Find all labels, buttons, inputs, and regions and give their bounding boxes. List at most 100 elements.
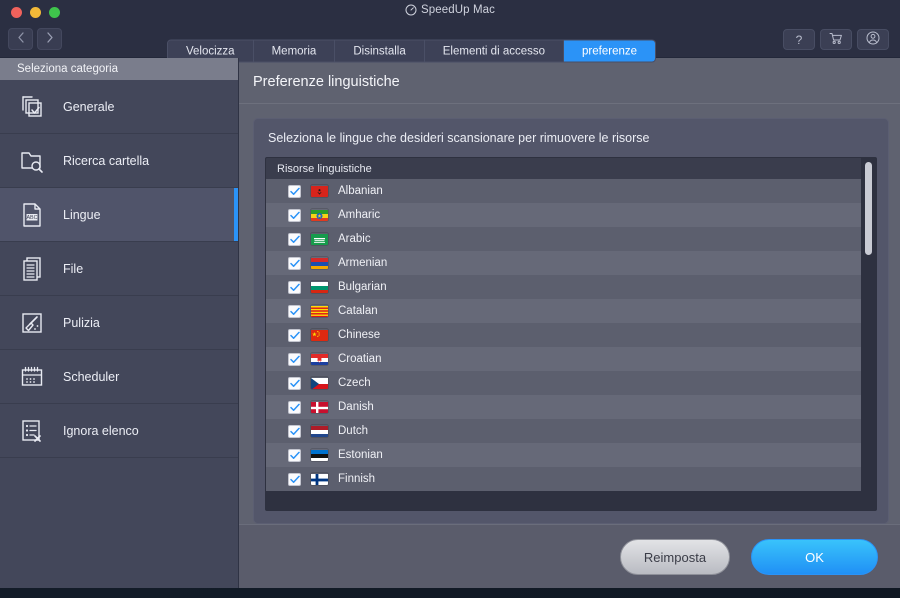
language-list-header: Risorse linguistiche	[266, 158, 861, 179]
sidebar-item-label: Ricerca cartella	[63, 153, 150, 168]
language-row[interactable]: Czech	[266, 371, 861, 395]
flag-icon-croatia	[311, 353, 328, 365]
language-name: Armenian	[338, 257, 388, 269]
language-checkbox[interactable]	[288, 400, 301, 414]
sidebar-item-label: Lingue	[63, 207, 101, 222]
language-checkbox[interactable]	[288, 448, 301, 462]
language-checkbox[interactable]	[288, 376, 301, 390]
language-row[interactable]: Bulgarian	[266, 275, 861, 299]
language-name: Bulgarian	[338, 281, 387, 293]
language-row[interactable]: Dutch	[266, 419, 861, 443]
tab-disinstalla[interactable]: Disinstalla	[335, 40, 425, 62]
app-window: SpeedUp Mac Velocizza Memoria Disinstalla E…	[0, 0, 900, 588]
language-name: Amharic	[338, 209, 381, 221]
sidebar-item-pulizia[interactable]: Pulizia	[0, 296, 238, 350]
cart-button[interactable]	[820, 29, 852, 50]
ok-button[interactable]: OK	[751, 539, 878, 575]
sidebar-item-label: Pulizia	[63, 315, 100, 330]
language-checkbox[interactable]	[288, 472, 301, 486]
language-row[interactable]: Danish	[266, 395, 861, 419]
language-list-scrollbar[interactable]	[861, 158, 876, 510]
scrollbar-thumb[interactable]	[865, 162, 872, 255]
chevron-left-icon	[17, 32, 25, 46]
sidebar-item-label: Generale	[63, 99, 115, 114]
language-checkbox[interactable]	[288, 208, 301, 222]
language-checkbox[interactable]	[288, 304, 301, 318]
sidebar-item-label: Ignora elenco	[63, 423, 139, 438]
language-name: Czech	[338, 377, 371, 389]
calendar-icon	[18, 363, 46, 391]
gauge-icon	[405, 4, 417, 16]
sidebar-header: Seleziona categoria	[0, 58, 238, 80]
language-checkbox[interactable]	[288, 184, 301, 198]
sidebar-item-list: Generale Ricerca cartella ABC Lingue File Pul…	[0, 80, 238, 458]
copy-check-icon	[18, 93, 46, 121]
language-row[interactable]: Finnish	[266, 467, 861, 491]
account-button[interactable]	[857, 29, 889, 50]
language-name: Arabic	[338, 233, 371, 245]
chevron-right-icon	[46, 32, 54, 46]
language-row[interactable]: Arabic	[266, 227, 861, 251]
language-row[interactable]: Croatian	[266, 347, 861, 371]
window-body: Seleziona categoria Generale Ricerca cart…	[0, 58, 900, 588]
category-sidebar: Seleziona categoria Generale Ricerca cart…	[0, 58, 239, 588]
sidebar-item-file[interactable]: File	[0, 242, 238, 296]
sidebar-item-lingue[interactable]: ABC Lingue	[0, 188, 238, 242]
language-name: Dutch	[338, 425, 369, 437]
sidebar-item-scheduler[interactable]: Scheduler	[0, 350, 238, 404]
language-name: Croatian	[338, 353, 382, 365]
folder-search-icon	[18, 147, 46, 175]
flag-icon-catalonia	[311, 305, 328, 317]
flag-icon-albania	[311, 185, 328, 197]
sidebar-item-generale[interactable]: Generale	[0, 80, 238, 134]
language-list-rows: Albanian Amharic Arabic Armenian Bulgarian Ca…	[266, 179, 861, 510]
language-row[interactable]: Amharic	[266, 203, 861, 227]
window-title-text: SpeedUp Mac	[421, 4, 495, 16]
language-name: Chinese	[338, 329, 381, 341]
toolbar-right-group: ?	[783, 29, 889, 50]
flag-icon-estonia	[311, 449, 328, 461]
language-name: Estonian	[338, 449, 383, 461]
language-name: Finnish	[338, 473, 376, 485]
language-list-container: Risorse linguistiche Albanian Amharic Arab…	[265, 157, 877, 511]
language-row[interactable]: Chinese	[266, 323, 861, 347]
language-checkbox[interactable]	[288, 280, 301, 294]
help-button[interactable]: ?	[783, 29, 815, 50]
flag-icon-china	[311, 329, 328, 341]
sidebar-empty-space	[0, 458, 238, 588]
flag-icon-ethiopia	[311, 209, 328, 221]
language-preferences-card: Seleziona le lingue che desideri scansio…	[253, 118, 889, 524]
sidebar-item-ricerca-cartella[interactable]: Ricerca cartella	[0, 134, 238, 188]
flag-icon-denmark	[311, 401, 328, 413]
reset-button[interactable]: Reimposta	[620, 539, 730, 575]
language-row[interactable]: Catalan	[266, 299, 861, 323]
flag-icon-finland	[311, 473, 328, 485]
tab-preferenze[interactable]: preferenze	[564, 40, 656, 62]
language-checkbox[interactable]	[288, 424, 301, 438]
language-checkbox[interactable]	[288, 352, 301, 366]
card-instruction-banner: Seleziona le lingue che desideri scansio…	[268, 131, 650, 145]
sidebar-item-label: Scheduler	[63, 369, 120, 384]
language-name: Albanian	[338, 185, 383, 197]
language-row[interactable]: Albanian	[266, 179, 861, 203]
language-checkbox[interactable]	[288, 328, 301, 342]
language-name: Catalan	[338, 305, 378, 317]
language-row[interactable]: Armenian	[266, 251, 861, 275]
main-tab-bar[interactable]: Velocizza Memoria Disinstalla Elementi di a…	[167, 39, 657, 63]
tab-memoria[interactable]: Memoria	[253, 40, 336, 62]
language-row[interactable]: Estonian	[266, 443, 861, 467]
language-name: Danish	[338, 401, 374, 413]
language-checkbox[interactable]	[288, 256, 301, 270]
tab-elementi-di-accesso[interactable]: Elementi di accesso	[424, 40, 565, 62]
documents-icon	[18, 255, 46, 283]
flag-icon-czech-republic	[311, 377, 328, 389]
forward-button[interactable]	[37, 28, 62, 50]
language-checkbox[interactable]	[288, 232, 301, 246]
sidebar-item-ignora-elenco[interactable]: Ignora elenco	[0, 404, 238, 458]
broom-icon	[18, 309, 46, 337]
sidebar-item-label: File	[63, 261, 84, 276]
main-toolbar: Velocizza Memoria Disinstalla Elementi di a…	[0, 24, 900, 63]
navigation-button-group	[8, 28, 62, 50]
back-button[interactable]	[8, 28, 33, 50]
main-content-panel: Preferenze linguistiche Seleziona le lin…	[239, 58, 900, 588]
